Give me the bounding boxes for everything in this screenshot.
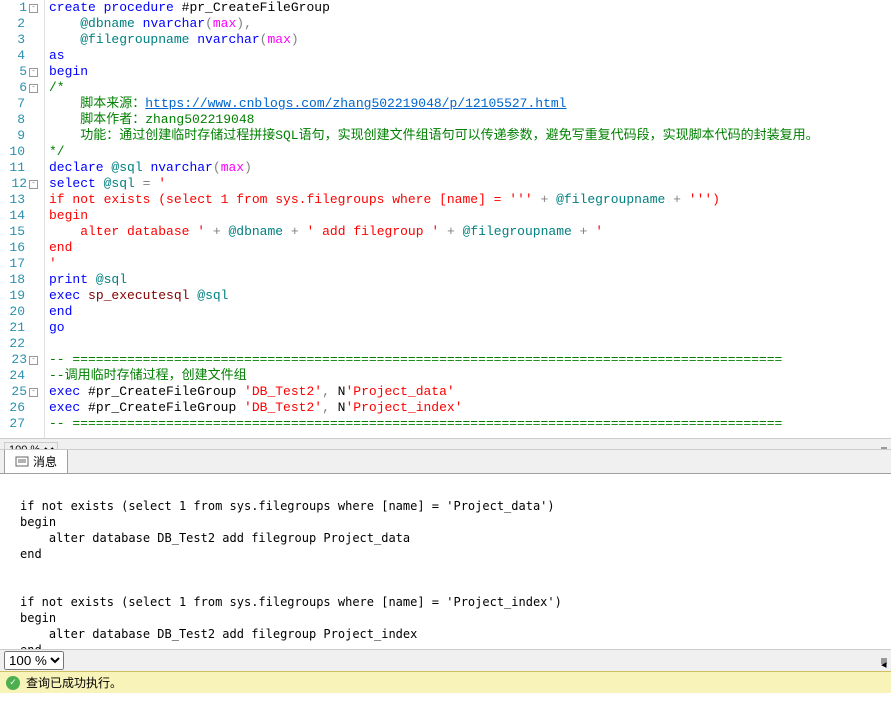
status-bar: ✓ 查询已成功执行。 (0, 671, 891, 693)
fold-toggle[interactable]: - (29, 180, 38, 189)
code-line[interactable]: select @sql = ' (49, 176, 891, 192)
scroll-marker: ▪ (881, 447, 887, 451)
gutter-line: 6- (0, 80, 38, 96)
code-line[interactable]: @dbname nvarchar(max), (49, 16, 891, 32)
messages-zoom-bar: 100 % ◂ (0, 649, 891, 671)
code-line[interactable]: print @sql (49, 272, 891, 288)
code-line[interactable]: exec #pr_CreateFileGroup 'DB_Test2', N'P… (49, 400, 891, 416)
code-line[interactable]: exec sp_executesql @sql (49, 288, 891, 304)
code-line[interactable]: go (49, 320, 891, 336)
code-line[interactable]: alter database ' + @dbname + ' add fileg… (49, 224, 891, 240)
gutter-line: 4 (0, 48, 38, 64)
messages-output[interactable]: if not exists (select 1 from sys.filegro… (0, 474, 891, 649)
messages-icon (15, 455, 29, 469)
zoom-select-bottom[interactable]: 100 % (4, 651, 64, 670)
gutter-line: 17 (0, 256, 38, 272)
gutter-line: 25- (0, 384, 38, 400)
editor-zoom-bar: 100 % ▪ (0, 438, 891, 450)
code-line[interactable]: begin (49, 208, 891, 224)
results-tabs: 消息 (0, 450, 891, 474)
fold-toggle[interactable]: - (29, 356, 38, 365)
fold-toggle[interactable]: - (29, 84, 38, 93)
gutter-line: 16 (0, 240, 38, 256)
gutter-line: 8 (0, 112, 38, 128)
code-content[interactable]: create procedure #pr_CreateFileGroup @db… (45, 0, 891, 438)
code-line[interactable]: if not exists (select 1 from sys.filegro… (49, 192, 891, 208)
gutter-line: 15 (0, 224, 38, 240)
gutter-line: 3 (0, 32, 38, 48)
scroll-marker: ◂ (881, 658, 887, 664)
gutter-line: 19 (0, 288, 38, 304)
status-text: 查询已成功执行。 (26, 674, 122, 691)
gutter-line: 7 (0, 96, 38, 112)
gutter-line: 5- (0, 64, 38, 80)
tab-messages-label: 消息 (33, 453, 57, 470)
gutter-line: 24 (0, 368, 38, 384)
code-line[interactable]: end (49, 240, 891, 256)
gutter-line: 26 (0, 400, 38, 416)
zoom-select-top[interactable]: 100 % (4, 442, 58, 451)
gutter-line: 18 (0, 272, 38, 288)
gutter-line: 27 (0, 416, 38, 432)
code-line[interactable]: exec #pr_CreateFileGroup 'DB_Test2', N'P… (49, 384, 891, 400)
code-line[interactable]: end (49, 304, 891, 320)
fold-toggle[interactable]: - (29, 388, 38, 397)
gutter-line: 9 (0, 128, 38, 144)
code-line[interactable]: -- =====================================… (49, 352, 891, 368)
code-line[interactable]: ' (49, 256, 891, 272)
code-line[interactable]: -- =====================================… (49, 416, 891, 432)
source-url-link[interactable]: https://www.cnblogs.com/zhang502219048/p… (145, 96, 566, 111)
gutter-line: 23- (0, 352, 38, 368)
code-line[interactable] (49, 336, 891, 352)
gutter-line: 21 (0, 320, 38, 336)
success-icon: ✓ (6, 676, 20, 690)
code-line[interactable]: 脚本作者：zhang502219048 (49, 112, 891, 128)
gutter-line: 2 (0, 16, 38, 32)
code-line[interactable]: begin (49, 64, 891, 80)
code-line[interactable]: 功能：通过创建临时存储过程拼接SQL语句，实现创建文件组语句可以传递参数，避免写… (49, 128, 891, 144)
gutter-line: 11 (0, 160, 38, 176)
gutter-line: 13 (0, 192, 38, 208)
tab-messages[interactable]: 消息 (4, 449, 68, 473)
code-line[interactable]: 脚本来源：https://www.cnblogs.com/zhang502219… (49, 96, 891, 112)
line-gutter: 1-2345-6-789101112-131415161718192021222… (0, 0, 45, 438)
code-line[interactable]: as (49, 48, 891, 64)
gutter-line: 12- (0, 176, 38, 192)
gutter-line: 14 (0, 208, 38, 224)
fold-toggle[interactable]: - (29, 68, 38, 77)
gutter-line: 22 (0, 336, 38, 352)
code-editor[interactable]: 1-2345-6-789101112-131415161718192021222… (0, 0, 891, 450)
code-line[interactable]: /* (49, 80, 891, 96)
gutter-line: 20 (0, 304, 38, 320)
code-line[interactable]: declare @sql nvarchar(max) (49, 160, 891, 176)
code-line[interactable]: --调用临时存储过程，创建文件组 (49, 368, 891, 384)
code-line[interactable]: */ (49, 144, 891, 160)
gutter-line: 1- (0, 0, 38, 16)
fold-toggle[interactable]: - (29, 4, 38, 13)
code-line[interactable]: @filegroupname nvarchar(max) (49, 32, 891, 48)
gutter-line: 10 (0, 144, 38, 160)
code-line[interactable]: create procedure #pr_CreateFileGroup (49, 0, 891, 16)
